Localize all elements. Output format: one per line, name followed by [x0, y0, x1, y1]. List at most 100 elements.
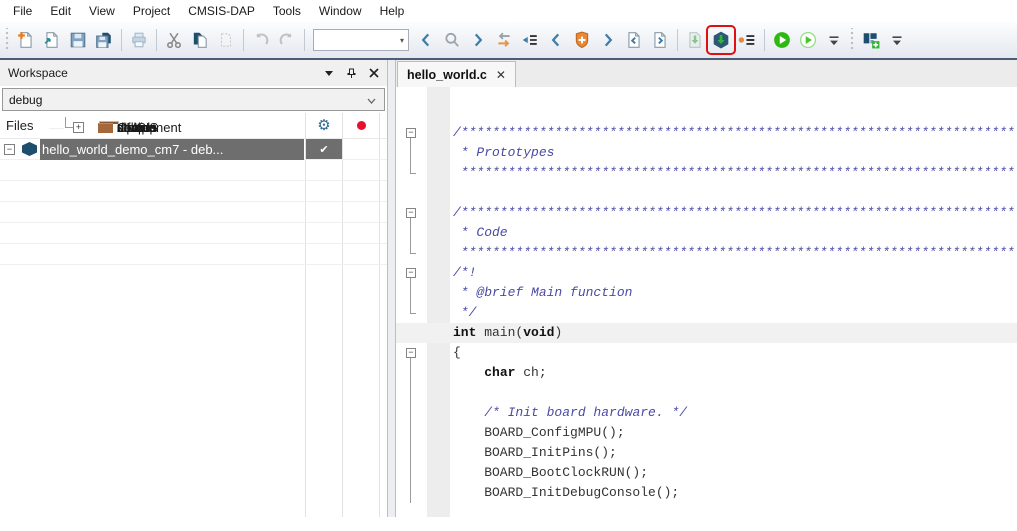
menu-item-help[interactable]: Help [371, 2, 414, 20]
tree-row-hello-world-demo-cm7-deb[interactable]: −hello_world_demo_cm7 - deb...✔ [0, 139, 387, 160]
build-project-button[interactable] [859, 28, 883, 52]
code-line[interactable]: BOARD_InitPins(); [396, 443, 1017, 463]
toolbar-overflow-button[interactable] [822, 28, 846, 52]
chevron-right-icon [469, 31, 487, 49]
fold-collapse-icon[interactable]: − [406, 128, 416, 138]
code-line[interactable]: −/**************************************… [396, 203, 1017, 223]
start-without-debugging-button[interactable] [796, 28, 820, 52]
code-line[interactable]: ****************************************… [396, 163, 1017, 183]
fold-collapse-icon[interactable]: − [406, 208, 416, 218]
main-toolbar: ▾ [0, 22, 1017, 60]
previous-bookmark-button[interactable] [544, 28, 568, 52]
code-line[interactable]: −{ [396, 343, 1017, 363]
tab-hello-world-c[interactable]: hello_world.c ✕ [397, 61, 516, 87]
code-line[interactable]: ****************************************… [396, 243, 1017, 263]
panel-dropdown-icon[interactable] [324, 69, 334, 77]
build-config-selector[interactable]: debug [2, 88, 385, 111]
download-to-target-button[interactable] [709, 28, 733, 52]
pin-icon[interactable] [346, 68, 357, 79]
code-line[interactable]: */ [396, 303, 1017, 323]
code-line[interactable] [396, 183, 1017, 203]
menu-item-window[interactable]: Window [310, 2, 371, 20]
goto-list-icon [521, 31, 539, 49]
workspace-panel: Workspace debug Files [0, 60, 388, 517]
close-icon[interactable] [369, 68, 379, 78]
toggle-bookmark-button[interactable] [570, 28, 594, 52]
code-text: BOARD_InitPins(); [453, 443, 617, 463]
code-text: char ch; [453, 363, 547, 383]
code-text: ****************************************… [453, 243, 1017, 263]
new-file-button[interactable] [14, 28, 38, 52]
code-text: * @brief Main function [453, 283, 632, 303]
code-line[interactable]: char ch; [396, 363, 1017, 383]
expand-icon[interactable]: + [73, 122, 84, 133]
menu-item-tools[interactable]: Tools [264, 2, 310, 20]
tree-empty-row [0, 223, 387, 244]
code-line[interactable]: /* Init board hardware. */ [396, 403, 1017, 423]
start-debugging-button[interactable] [770, 28, 794, 52]
menu-item-edit[interactable]: Edit [41, 2, 80, 20]
code-text: BOARD_InitDebugConsole(); [453, 483, 679, 503]
menu-item-project[interactable]: Project [124, 2, 179, 20]
code-area[interactable]: −/**************************************… [396, 87, 1017, 517]
paste-button[interactable] [214, 28, 238, 52]
toolbar-separator [677, 29, 678, 51]
download-file-button[interactable] [683, 28, 707, 52]
breakpoints-list-button[interactable] [735, 28, 759, 52]
print-icon [130, 31, 148, 49]
code-text: */ [453, 303, 476, 323]
tree-row-output[interactable]: +Output [49, 117, 64, 129]
save-all-icon [95, 31, 113, 49]
menu-item-file[interactable]: File [4, 2, 41, 20]
code-text: * Prototypes [453, 143, 554, 163]
code-line[interactable]: BOARD_InitDebugConsole(); [396, 483, 1017, 503]
code-line[interactable]: −/*! [396, 263, 1017, 283]
code-line[interactable]: −/**************************************… [396, 123, 1017, 143]
code-text: * Code [453, 223, 508, 243]
previous-file-button[interactable] [622, 28, 646, 52]
redo-button[interactable] [275, 28, 299, 52]
toolbar-separator [764, 29, 765, 51]
save-all-button[interactable] [92, 28, 116, 52]
copy-button[interactable] [188, 28, 212, 52]
menu-item-cmsis-dap[interactable]: CMSIS-DAP [179, 2, 264, 20]
undo-button[interactable] [249, 28, 273, 52]
cut-button[interactable] [162, 28, 186, 52]
save-button[interactable] [66, 28, 90, 52]
editor: hello_world.c ✕ −/**********************… [396, 60, 1017, 517]
print-button[interactable] [127, 28, 151, 52]
code-line[interactable]: int main(void) [396, 323, 1017, 343]
code-line[interactable]: * Prototypes [396, 143, 1017, 163]
code-line[interactable] [396, 383, 1017, 403]
find-previous-button[interactable] [414, 28, 438, 52]
code-line[interactable]: BOARD_ConfigMPU(); [396, 423, 1017, 443]
gear-icon[interactable]: ⚙ [306, 113, 342, 138]
find-combo[interactable]: ▾ [313, 29, 409, 51]
toolbar-grip[interactable] [4, 28, 11, 52]
find-button[interactable] [440, 28, 464, 52]
code-text: int main(void) [453, 323, 562, 343]
open-file-button[interactable] [40, 28, 64, 52]
next-bookmark-button[interactable] [596, 28, 620, 52]
panel-splitter[interactable] [388, 60, 396, 517]
menu-item-view[interactable]: View [80, 2, 124, 20]
code-line[interactable]: * @brief Main function [396, 283, 1017, 303]
fold-collapse-icon[interactable]: − [406, 268, 416, 278]
overflow-down-icon [825, 31, 843, 49]
page-left-icon [625, 31, 643, 49]
collapse-icon[interactable]: − [4, 144, 15, 155]
goto-symbol-button[interactable] [518, 28, 542, 52]
check-cell [355, 117, 387, 128]
code-line[interactable]: BOARD_BootClockRUN(); [396, 463, 1017, 483]
toolbar-separator [243, 29, 244, 51]
next-file-button[interactable] [648, 28, 672, 52]
code-line[interactable]: * Code [396, 223, 1017, 243]
toolbar-grip[interactable] [849, 28, 856, 52]
navigate-back-forward-button[interactable] [492, 28, 516, 52]
redo-icon [278, 31, 296, 49]
find-next-button[interactable] [466, 28, 490, 52]
build-overflow-button[interactable] [885, 28, 909, 52]
chevron-left-icon [547, 31, 565, 49]
fold-collapse-icon[interactable]: − [406, 348, 416, 358]
tab-close-icon[interactable]: ✕ [496, 68, 506, 82]
